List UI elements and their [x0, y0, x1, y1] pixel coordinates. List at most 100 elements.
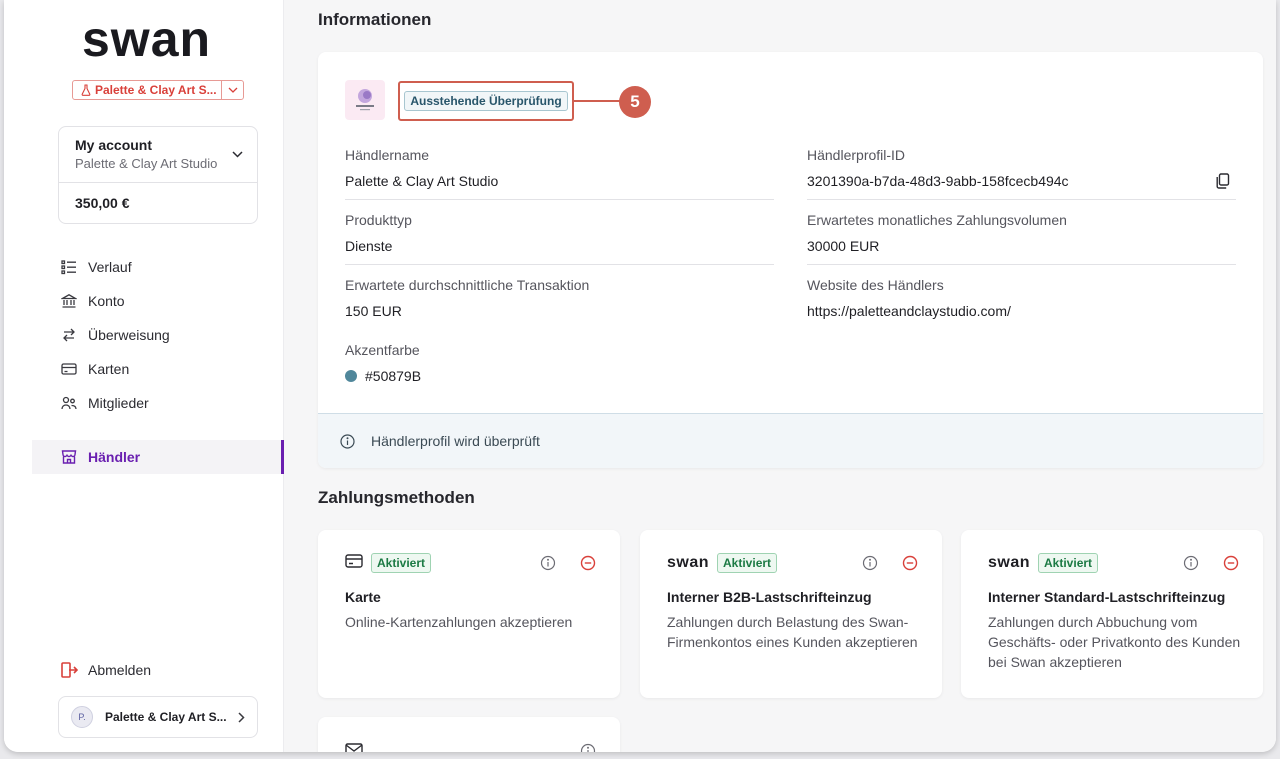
callout-number: 5	[619, 86, 651, 118]
payment-method-header: swan Aktiviert	[988, 553, 1099, 573]
user-card[interactable]: P. Palette & Clay Art S...	[58, 696, 258, 738]
remove-icon[interactable]	[902, 555, 918, 576]
info-banner: Händlerprofil wird überprüft	[318, 413, 1263, 468]
payment-method-description: Zahlungen durch Abbuchung vom Geschäfts-…	[988, 614, 1241, 670]
sidebar-item-label: Überweisung	[88, 327, 170, 343]
field-merchant-name: Händlername Palette & Clay Art Studio	[345, 147, 774, 200]
sidebar-item-label: Karten	[88, 361, 130, 377]
field-avg-transaction: Erwartete durchschnittliche Transaktion …	[345, 277, 774, 329]
sidebar-item-ueberweisung[interactable]: Überweisung	[32, 318, 284, 352]
color-swatch	[345, 370, 357, 382]
sidebar-item-karten[interactable]: Karten	[32, 352, 284, 386]
project-name: Palette & Clay Art S...	[95, 83, 217, 97]
field-label: Händlername	[345, 147, 430, 163]
field-value: #50879B	[345, 368, 774, 394]
logout-button[interactable]: Abmelden	[60, 660, 151, 680]
field-expected-volume: Erwartetes monatliches Zahlungsvolumen 3…	[807, 212, 1236, 265]
field-product-type: Produkttyp Dienste	[345, 212, 774, 265]
payment-method-description: Zahlungen durch Belastung des Swan-Firme…	[667, 614, 918, 650]
sidebar-item-label: Mitglieder	[88, 395, 149, 411]
account-subtitle: Palette & Clay Art Studio	[75, 156, 218, 171]
payment-section-title: Zahlungsmethoden	[318, 488, 475, 507]
status-badge: Ausstehende Überprüfung	[404, 91, 568, 111]
field-accent-color: Akzentfarbe #50879B	[345, 342, 774, 394]
status-badge: Aktiviert	[371, 553, 432, 573]
field-website: Website des Händlers https://paletteandc…	[807, 277, 1236, 329]
info-icon[interactable]	[1183, 555, 1199, 576]
field-label: Akzentfarbe	[345, 342, 420, 358]
callout-connector	[574, 100, 620, 102]
info-icon[interactable]	[580, 743, 596, 752]
main-content: Informationen Ausstehende Überprüfung 5 …	[284, 0, 1276, 752]
field-value: 30000 EUR	[807, 238, 1236, 265]
field-value[interactable]: https://paletteandclaystudio.com/	[807, 303, 1236, 329]
info-section-title: Informationen	[318, 10, 432, 29]
copy-icon[interactable]	[1216, 173, 1230, 194]
list-icon	[60, 258, 78, 276]
transfer-icon	[60, 326, 78, 344]
sidebar-item-haendler[interactable]: Händler	[32, 440, 284, 474]
field-label: Produkttyp	[345, 212, 412, 228]
account-header[interactable]: My account Palette & Clay Art Studio	[59, 127, 257, 183]
info-icon	[340, 433, 355, 449]
status-badge: Aktiviert	[717, 553, 778, 573]
payment-method-title: Interner Standard-Lastschrifteinzug	[988, 589, 1226, 605]
logout-label: Abmelden	[88, 662, 152, 678]
store-icon	[60, 448, 78, 466]
credit-card-icon	[345, 553, 363, 573]
sidebar-nav: Verlauf Konto Überweisung Karten Mitglie…	[32, 250, 284, 474]
payment-method-card: Aktiviert Karte Online-Kartenzahlungen a…	[318, 530, 620, 698]
swan-logo: swan	[988, 554, 1031, 571]
payment-method-card: swan Aktiviert Interner Standard-Lastsch…	[961, 530, 1263, 698]
card-actions	[1183, 555, 1239, 576]
members-icon	[60, 394, 78, 412]
account-balance: 350,00 €	[75, 195, 130, 211]
sidebar-item-konto[interactable]: Konto	[32, 284, 284, 318]
payment-method-card	[318, 717, 620, 752]
remove-icon[interactable]	[1223, 555, 1239, 576]
svg-text:swan: swan	[82, 16, 211, 64]
remove-icon[interactable]	[580, 555, 596, 576]
field-value: Dienste	[345, 238, 774, 265]
swan-logo: swan	[82, 16, 211, 64]
status-highlight: Ausstehende Überprüfung	[398, 81, 574, 121]
card-icon	[60, 360, 78, 378]
sidebar: swan Palette & Clay Art S... My account …	[4, 0, 284, 752]
chevron-down-icon[interactable]	[232, 145, 243, 163]
user-name: Palette & Clay Art S...	[105, 710, 227, 724]
field-value: 150 EUR	[345, 303, 402, 319]
sidebar-item-label: Händler	[88, 449, 141, 465]
info-icon[interactable]	[540, 555, 556, 576]
card-actions	[862, 555, 918, 576]
sidebar-item-label: Verlauf	[88, 259, 132, 275]
merchant-logo	[345, 80, 385, 120]
sidebar-item-verlauf[interactable]: Verlauf	[32, 250, 284, 284]
payment-method-header: swan Aktiviert	[667, 553, 778, 573]
field-profile-id: Händlerprofil-ID 3201390a-b7da-48d3-9abb…	[807, 147, 1236, 200]
card-actions	[540, 555, 596, 576]
account-card[interactable]: My account Palette & Clay Art Studio 350…	[58, 126, 258, 224]
chevron-down-icon[interactable]	[221, 81, 243, 99]
envelope-icon	[345, 743, 363, 752]
field-label: Händlerprofil-ID	[807, 147, 906, 163]
field-label: Erwartete durchschnittliche Transaktion	[345, 277, 590, 293]
account-title: My account	[75, 137, 153, 153]
chevron-right-icon[interactable]	[231, 711, 251, 723]
status-badge: Aktiviert	[1038, 553, 1099, 573]
accent-color-value: #50879B	[365, 368, 422, 384]
payment-method-header: Aktiviert	[345, 553, 432, 573]
app-window: swan Palette & Clay Art S... My account …	[4, 0, 1276, 752]
sidebar-item-label: Konto	[88, 293, 125, 309]
field-value: Palette & Clay Art Studio	[345, 173, 774, 200]
sidebar-item-mitglieder[interactable]: Mitglieder	[32, 386, 284, 420]
field-value: 3201390a-b7da-48d3-9abb-158fcecb494c	[807, 173, 1236, 200]
merchant-info-card: Ausstehende Überprüfung 5 Händlername Pa…	[318, 52, 1263, 468]
payment-method-title: Karte	[345, 589, 381, 605]
field-label: Erwartetes monatliches Zahlungsvolumen	[807, 212, 1067, 228]
info-icon[interactable]	[862, 555, 878, 576]
swan-logo: swan	[667, 554, 710, 571]
avatar: P.	[71, 706, 93, 728]
project-selector[interactable]: Palette & Clay Art S...	[72, 80, 244, 100]
bank-icon	[60, 292, 78, 310]
flask-icon	[77, 81, 95, 99]
